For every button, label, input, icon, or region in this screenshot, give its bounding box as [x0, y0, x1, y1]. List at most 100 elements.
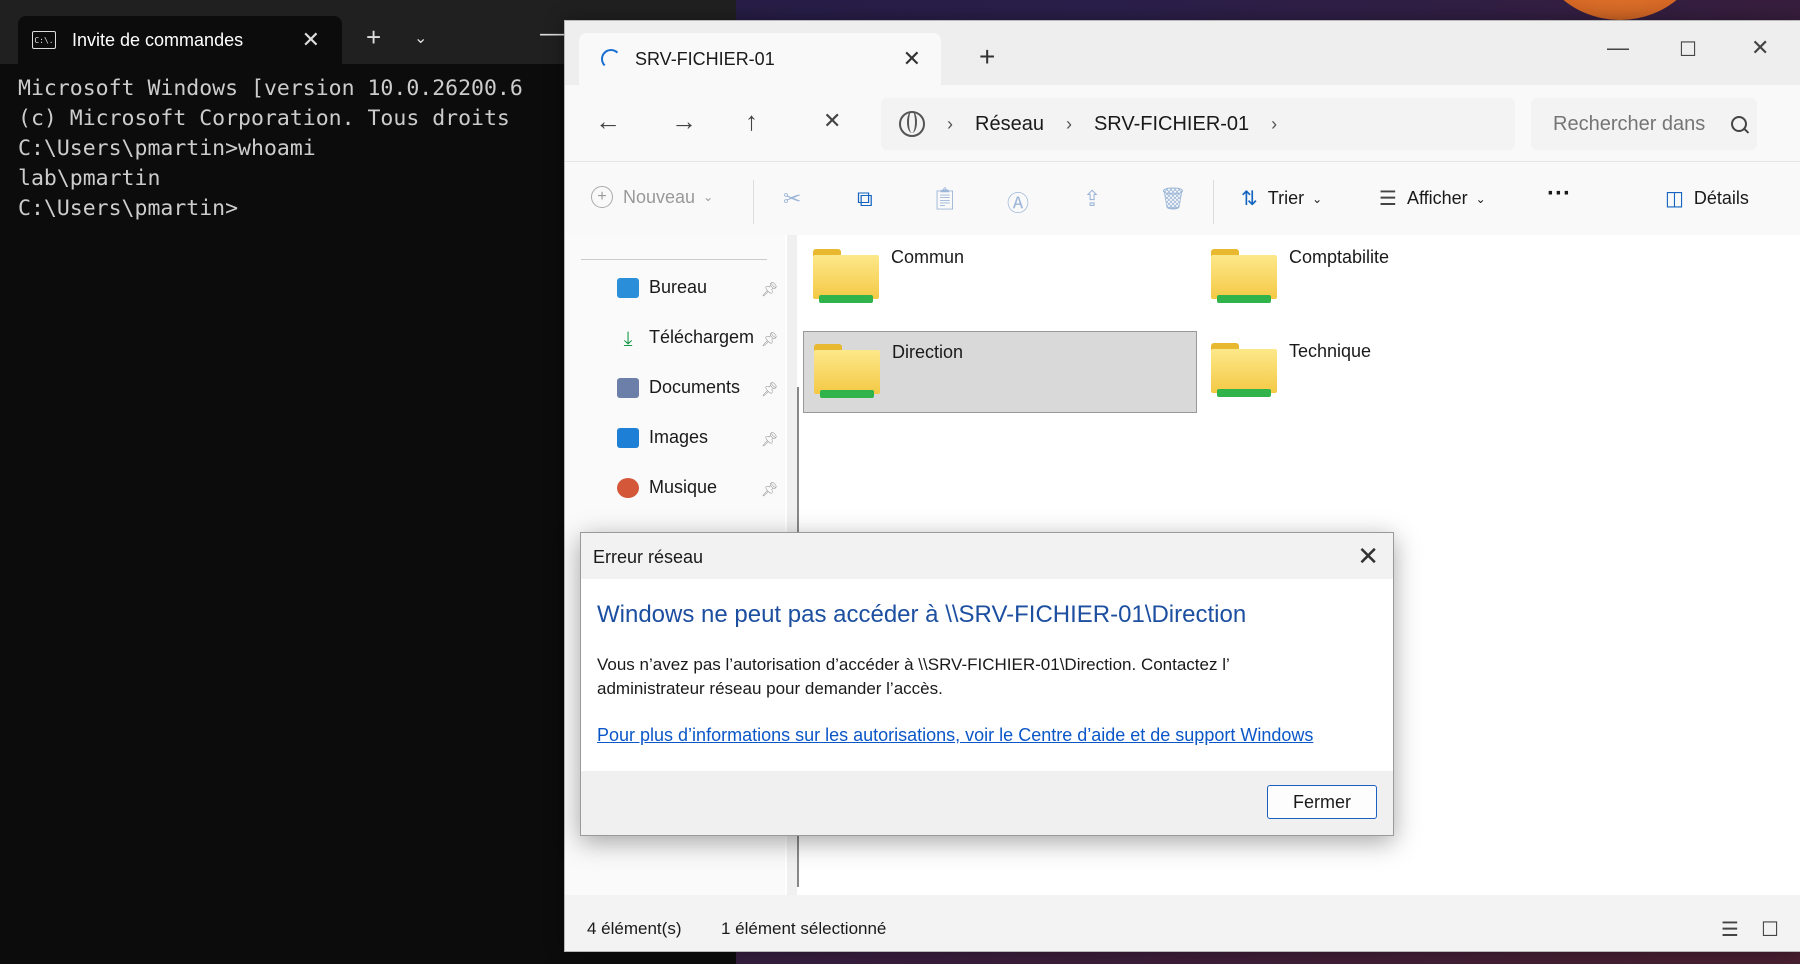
dialog-titlebar: Erreur réseau ✕: [581, 533, 1393, 579]
folder-item[interactable]: Comptabilite: [1201, 237, 1593, 317]
desktop-orb: [1530, 0, 1710, 20]
dialog-message: Vous n’avez pas l’autorisation d’accéder…: [597, 655, 1230, 698]
chevron-down-icon: ⌄: [703, 190, 714, 204]
sort-button[interactable]: ⇅ Trier ⌄: [1241, 186, 1322, 211]
sort-icon: ⇅: [1241, 188, 1258, 210]
new-label: Nouveau: [623, 186, 696, 207]
forward-arrow-icon[interactable]: →: [671, 107, 697, 135]
share-icon[interactable]: ⇪: [1083, 186, 1101, 212]
more-options-button[interactable]: ···: [1547, 180, 1571, 208]
maximize-icon[interactable]: ☐: [1679, 37, 1697, 62]
music-icon: [617, 477, 639, 498]
folder-label: Comptabilite: [1289, 247, 1390, 267]
minimize-icon[interactable]: —: [1607, 35, 1629, 61]
sort-label: Trier: [1267, 188, 1305, 208]
toolbar-divider: [753, 180, 754, 224]
chevron-down-icon: ⌄: [1475, 191, 1486, 206]
folder-label: Commun: [891, 247, 965, 267]
pictures-icon: [617, 427, 639, 448]
breadcrumb-chevron-icon[interactable]: ›: [1271, 114, 1277, 135]
delete-icon[interactable]: 🗑︎: [1159, 186, 1187, 212]
chevron-down-icon: ⌄: [1312, 191, 1323, 206]
status-bar: 4 élément(s) 1 élément sélectionné ☰ ☐: [565, 907, 1800, 951]
command-bar: + Nouveau ⌄ ✂ ⧉ 📋︎ Ⓐ ⇪ 🗑︎ ⇅ Trier ⌄ ☰ Af…: [565, 162, 1800, 237]
tiles-view-icon[interactable]: ☐: [1761, 917, 1779, 942]
dialog-title: Erreur réseau: [593, 547, 704, 567]
nav-item-label: Bureau: [649, 277, 708, 297]
network-folder-icon: [1211, 339, 1277, 397]
copy-icon[interactable]: ⧉: [857, 186, 873, 212]
address-bar-row: ← → ↑ ✕ › Réseau › SRV-FICHIER-01 ›: [565, 85, 1800, 162]
view-button[interactable]: ☰ Afficher ⌄: [1379, 186, 1486, 211]
folder-label: Direction: [892, 342, 964, 362]
close-window-icon[interactable]: ✕: [1751, 35, 1769, 61]
pin-icon: 📌︎: [761, 431, 779, 447]
close-icon[interactable]: ✕: [1357, 541, 1379, 572]
new-tab-icon[interactable]: +: [979, 43, 995, 71]
paste-icon[interactable]: 📋︎: [931, 186, 959, 212]
stop-icon[interactable]: ✕: [823, 107, 841, 135]
pin-icon: 📌︎: [761, 331, 779, 347]
close-icon[interactable]: ✕: [903, 46, 921, 72]
terminal-tab-title: Invite de commandes: [72, 29, 244, 50]
nav-item-label: Documents: [649, 377, 741, 397]
back-arrow-icon[interactable]: ←: [595, 107, 621, 135]
item-count: 4 élément(s): [587, 919, 682, 938]
terminal-tab[interactable]: C:\. Invite de commandes ✕: [18, 16, 342, 64]
more-icon: ···: [1547, 180, 1571, 207]
breadcrumb-chevron-icon[interactable]: ›: [1066, 114, 1072, 135]
desktop-icon: [617, 277, 639, 298]
folder-item-selected[interactable]: Direction: [803, 331, 1197, 413]
pin-icon: 📌︎: [761, 281, 779, 297]
address-bar[interactable]: › Réseau › SRV-FICHIER-01 ›: [881, 98, 1515, 150]
folder-label: Technique: [1289, 341, 1372, 361]
details-label: Détails: [1693, 188, 1749, 208]
documents-icon: [617, 377, 639, 398]
rename-icon[interactable]: Ⓐ: [1007, 186, 1029, 218]
pin-icon: 📌︎: [761, 481, 779, 497]
view-label: Afficher: [1406, 188, 1468, 208]
nav-item-label: Images: [649, 427, 709, 447]
network-folder-icon: [814, 340, 880, 398]
close-button[interactable]: Fermer: [1267, 785, 1377, 819]
network-folder-icon: [1211, 245, 1277, 303]
details-button[interactable]: ◫ Détails: [1665, 186, 1749, 211]
breadcrumb-item-server[interactable]: SRV-FICHIER-01: [1094, 113, 1249, 136]
dialog-heading: Windows ne peut pas accéder à \\SRV-FICH…: [597, 601, 1247, 628]
nav-item-label: Téléchargem: [649, 327, 755, 347]
minimize-icon[interactable]: —: [540, 20, 564, 48]
help-link[interactable]: Pour plus d’informations sur les autoris…: [597, 725, 1313, 746]
search-input[interactable]: [1551, 111, 1725, 137]
folder-item[interactable]: Technique: [1201, 331, 1593, 411]
breadcrumb-chevron-icon[interactable]: ›: [947, 114, 953, 135]
plus-circle-icon: +: [591, 186, 613, 208]
nav-divider: [581, 259, 767, 260]
explorer-titlebar: SRV-FICHIER-01 ✕ + — ☐ ✕: [565, 21, 1800, 85]
network-globe-icon: [899, 111, 925, 137]
up-arrow-icon[interactable]: ↑: [745, 107, 758, 135]
network-folder-icon: [813, 245, 879, 303]
new-tab-icon[interactable]: +: [366, 24, 381, 50]
details-view-icon[interactable]: ☰: [1721, 917, 1739, 942]
cut-icon[interactable]: ✂: [783, 186, 801, 212]
network-error-dialog: Erreur réseau ✕ Windows ne peut pas accé…: [580, 532, 1394, 836]
explorer-tab-title: SRV-FICHIER-01: [635, 48, 775, 69]
folder-item[interactable]: Commun: [803, 237, 1195, 317]
download-icon: ⤓: [623, 327, 633, 350]
details-pane-icon: ◫: [1665, 188, 1684, 210]
view-icon: ☰: [1379, 188, 1397, 210]
search-box[interactable]: [1531, 98, 1757, 150]
nav-item-label: Musique: [649, 477, 718, 497]
new-button[interactable]: + Nouveau ⌄: [591, 186, 713, 208]
chevron-down-icon[interactable]: ⌄: [414, 28, 427, 48]
search-icon[interactable]: [1731, 116, 1747, 132]
close-icon[interactable]: ✕: [302, 27, 320, 53]
cmd-icon: C:\.: [32, 31, 56, 49]
dialog-footer: Fermer: [581, 771, 1393, 835]
toolbar-divider: [1213, 180, 1214, 224]
pin-icon: 📌︎: [761, 381, 779, 397]
breadcrumb-item-reseau[interactable]: Réseau: [975, 113, 1044, 136]
explorer-tab[interactable]: SRV-FICHIER-01 ✕: [579, 33, 941, 85]
loading-spinner-icon: [601, 49, 621, 69]
selection-count: 1 élément sélectionné: [721, 919, 887, 938]
